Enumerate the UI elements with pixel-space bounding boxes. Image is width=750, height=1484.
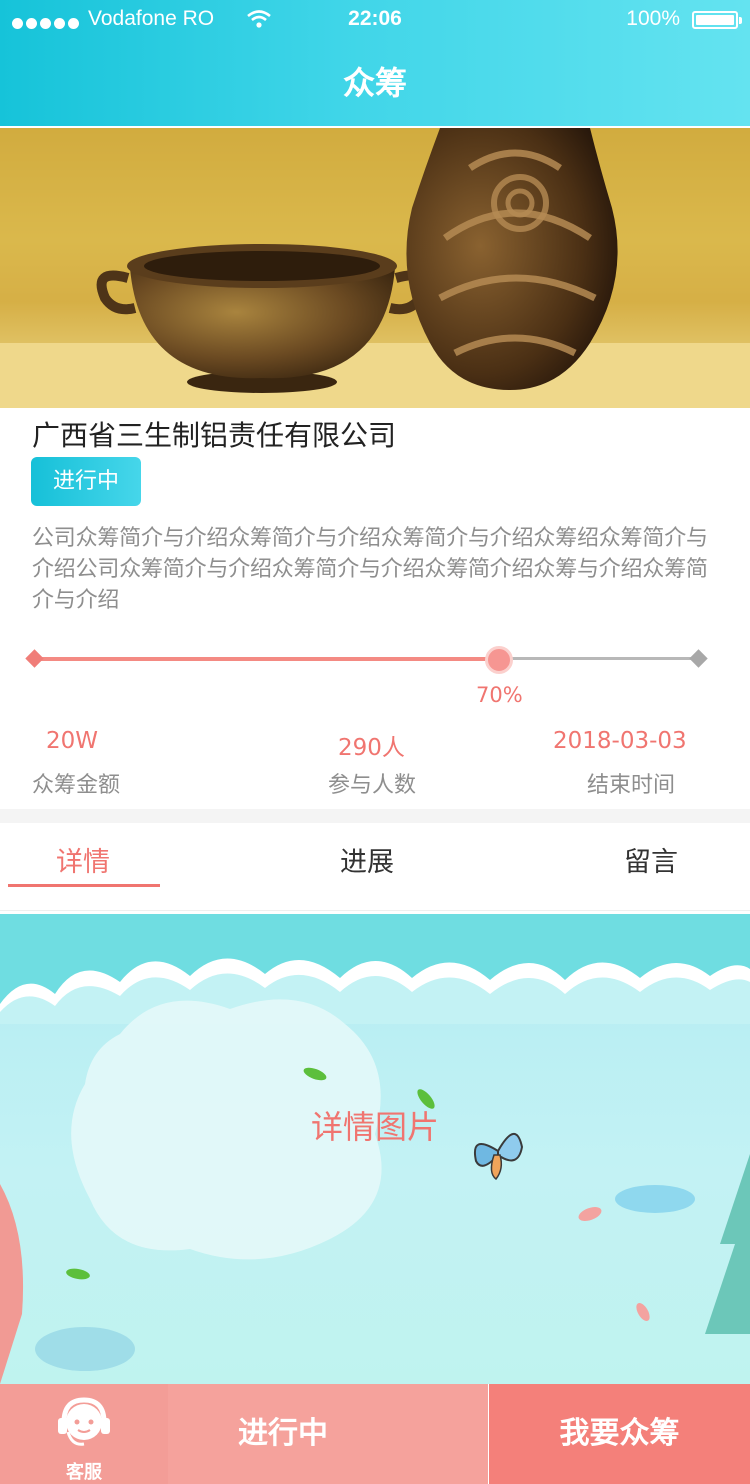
status-badge: 进行中 (31, 457, 141, 506)
stat-participants-value: 290人 (338, 735, 405, 761)
progress-track-remaining (499, 657, 698, 660)
service-label: 客服 (66, 1462, 102, 1483)
tab-detail[interactable]: 详情 (56, 840, 110, 879)
bottom-action-bar: 客服 进行中 我要众筹 (0, 1384, 750, 1484)
detail-image (0, 914, 750, 1384)
detail-image-caption: 详情图片 (310, 1108, 439, 1146)
headset-agent-icon (58, 1397, 110, 1446)
stat-amount-label: 众筹金额 (32, 773, 121, 798)
stat-participants-label: 参与人数 (328, 773, 417, 798)
progress-knob (485, 646, 514, 674)
stat-end-date-value: 2018-03-03 (553, 728, 687, 754)
stat-amount-value: 20W (46, 728, 99, 754)
status-button[interactable]: 进行中 (168, 1384, 488, 1484)
page-title: 众筹 (342, 64, 407, 102)
detail-background-art (0, 914, 750, 1384)
status-button-label: 进行中 (238, 1416, 328, 1451)
tab-comments[interactable]: 留言 (624, 840, 678, 879)
tab-progress[interactable]: 进展 (340, 840, 394, 879)
app-header: Vodafone RO 22:06 100% 众筹 (0, 0, 750, 126)
still-life-painting (0, 128, 750, 408)
project-cover-image (0, 128, 750, 408)
customer-service-button[interactable]: 客服 (0, 1384, 168, 1484)
active-tab-indicator (8, 884, 160, 887)
progress-end-marker (689, 649, 708, 668)
progress-track-filled (36, 657, 500, 661)
progress-start-marker (25, 649, 44, 668)
battery-icon (692, 11, 742, 29)
stat-end-date-label: 结束时间 (587, 773, 676, 798)
company-name: 广西省三生制铝责任有限公司 (32, 419, 397, 452)
join-crowdfunding-button[interactable]: 我要众筹 (489, 1384, 750, 1484)
battery-percent: 100% (626, 7, 680, 30)
project-intro: 公司众筹简介与介绍众筹简介与介绍众筹简介与介绍众筹绍众筹简介与介绍公司众筹简介与… (32, 526, 708, 613)
tabs-divider (0, 910, 750, 911)
progress-percent: 70% (476, 683, 523, 707)
section-divider (0, 809, 750, 823)
